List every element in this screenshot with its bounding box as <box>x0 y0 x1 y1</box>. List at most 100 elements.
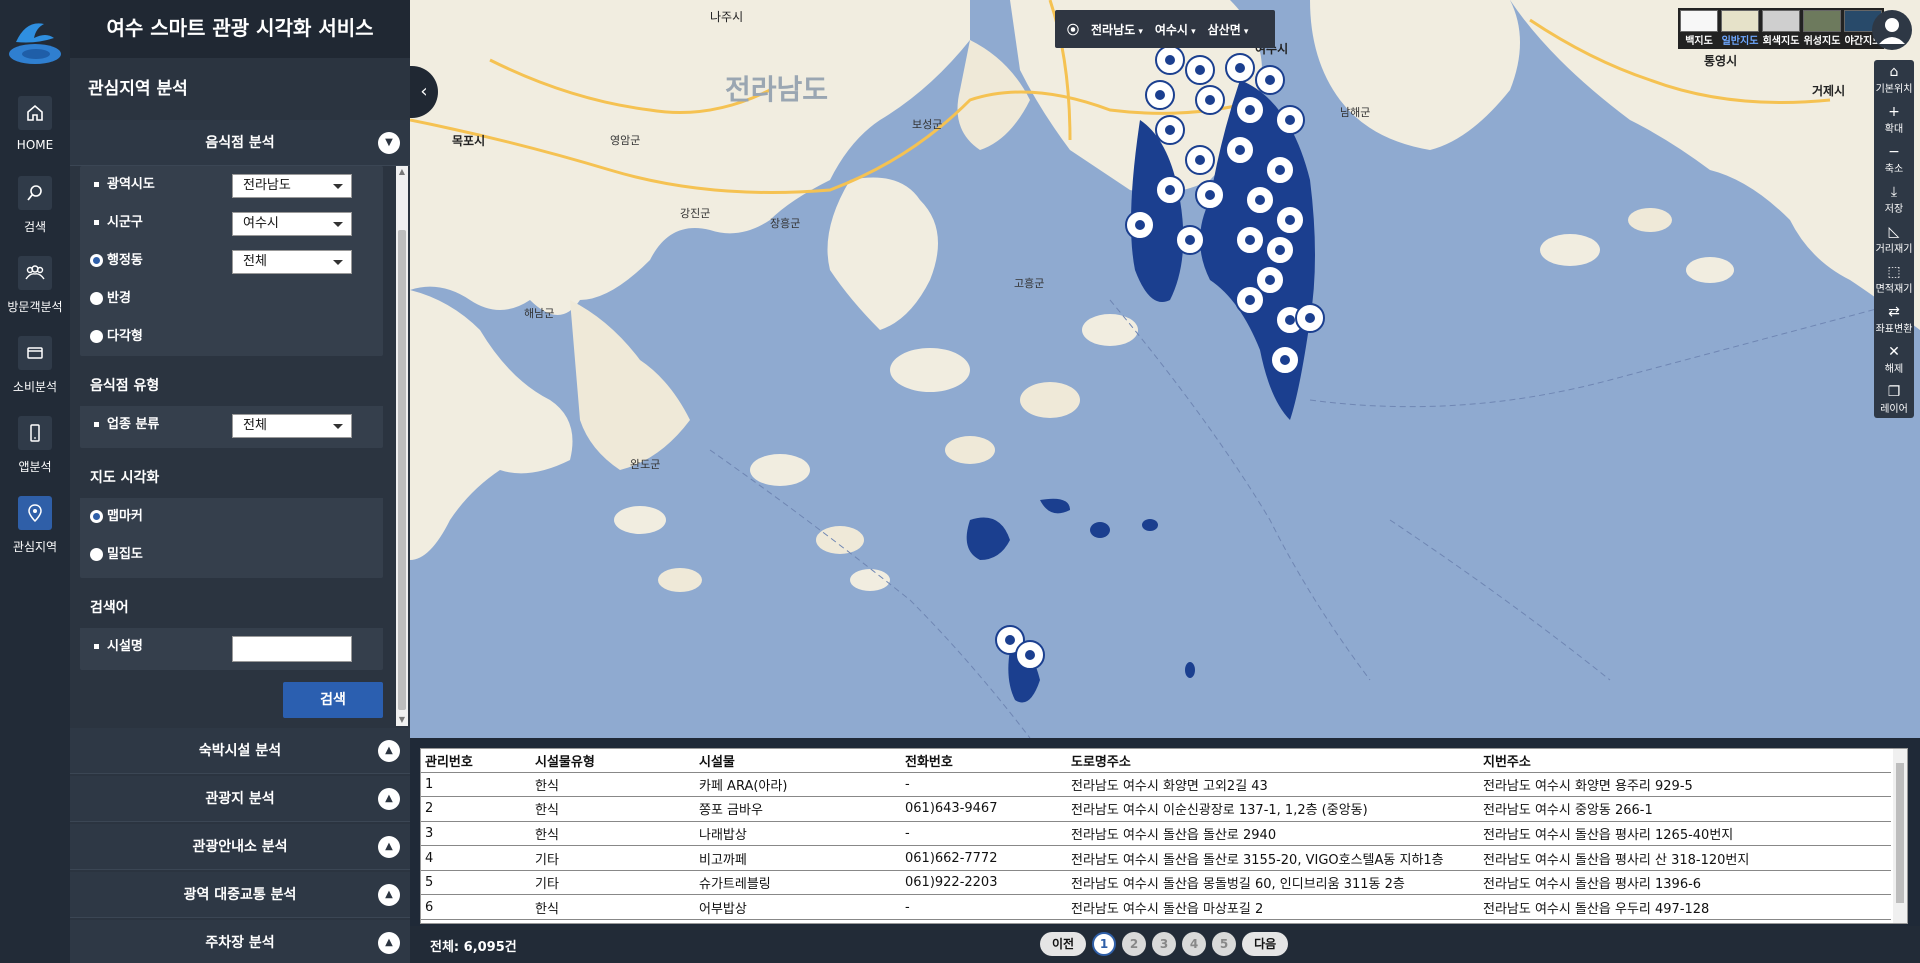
page-4-button[interactable]: 4 <box>1182 932 1207 956</box>
region-province-dropdown[interactable]: 전라남도 <box>1091 21 1143 38</box>
accordion-parking[interactable]: 주차장 분석 ▲ <box>70 920 410 963</box>
search-button[interactable]: 검색 <box>283 682 383 718</box>
table-row[interactable]: 1 한식 카페 ARA(아라) - 전라남도 여수시 화양면 고외2길 43 전라남도 여… <box>421 772 1891 798</box>
accordion-lodging[interactable]: 숙박시설 분석 ▲ <box>70 728 410 774</box>
tool-clear[interactable]: ✕ 해제 <box>1874 340 1914 380</box>
tool-measure-distance-label: 거리재기 <box>1875 244 1913 255</box>
rail-home[interactable]: HOME <box>0 96 70 172</box>
map-type-general-label: 일반지도 <box>1721 36 1759 47</box>
accordion-transit-label: 광역 대중교통 분석 <box>183 887 297 903</box>
table-row[interactable]: 6 한식 어부밥상 - 전라남도 여수시 돌산읍 마상포길 2 전라남도 여수시 돌산읍 … <box>421 894 1891 921</box>
chevron-up-icon[interactable]: ▲ <box>378 884 400 906</box>
tool-save-label: 저장 <box>1884 204 1904 215</box>
radio-radius[interactable] <box>90 292 103 305</box>
caret-down-icon <box>333 424 343 429</box>
map-type-gray[interactable]: 회색지도 <box>1762 10 1800 47</box>
radio-polygon[interactable] <box>90 330 103 343</box>
caret-down-icon <box>333 222 343 227</box>
cell-facility: 어부밥상 <box>695 894 901 921</box>
table-row[interactable]: 3 한식 나래밥상 - 전라남도 여수시 돌산읍 돌산로 2940 전라남도 여수시 돌산… <box>421 821 1891 847</box>
tool-measure-area[interactable]: ⬚ 면적재기 <box>1874 260 1914 300</box>
table-scrollbar[interactable] <box>1893 749 1907 923</box>
page-3-button[interactable]: 3 <box>1152 932 1177 956</box>
region-city-dropdown[interactable]: 여수시 <box>1155 21 1196 38</box>
rail-visitors[interactable]: 방문객분석 <box>0 256 70 332</box>
tool-default-position-label: 기본위치 <box>1875 84 1913 95</box>
col-facility[interactable]: 시설물 <box>695 749 901 773</box>
map-markers[interactable] <box>410 0 1920 738</box>
accordion-transit[interactable]: 광역 대중교통 분석 ▲ <box>70 872 410 918</box>
chevron-down-icon[interactable]: ▼ <box>378 132 400 154</box>
visitors-icon <box>18 256 52 290</box>
region-dong-dropdown[interactable]: 삼산면 <box>1208 21 1249 38</box>
accordion-restaurant[interactable]: 음식점 분석 ▼ <box>70 120 410 166</box>
tool-measure-distance[interactable]: ◺ 거리재기 <box>1874 220 1914 260</box>
scroll-up-icon[interactable]: ▲ <box>396 166 408 178</box>
dong-select[interactable]: 전체 <box>232 250 352 274</box>
cell-facility: 카페 ARA(아라) <box>695 772 901 798</box>
results-table: 관리번호 시설물유형 시설물 전화번호 도로명주소 지번주소 1 한식 카페 ARA… <box>421 749 1891 921</box>
chevron-up-icon[interactable]: ▲ <box>378 836 400 858</box>
filter-row-polygon: 다각형 <box>80 318 383 356</box>
user-avatar[interactable] <box>1872 10 1912 50</box>
radio-density[interactable] <box>90 548 103 561</box>
map-type-satellite[interactable]: 위성지도 <box>1803 10 1841 47</box>
map-canvas[interactable]: 전라남도 나주시 목포시 영암군 강진군 장흥군 보성군 해남군 완도군 고흥군… <box>410 0 1920 738</box>
category-select[interactable]: 전체 <box>232 414 352 438</box>
logo-icon[interactable] <box>6 14 64 66</box>
tool-default-position[interactable]: ⌂ 기본위치 <box>1874 60 1914 100</box>
radio-dong[interactable] <box>90 254 103 267</box>
province-select[interactable]: 전라남도 <box>232 174 352 198</box>
table-scroll-thumb[interactable] <box>1896 763 1904 903</box>
rail-interest-area[interactable]: 관심지역 <box>0 496 70 572</box>
radio-map-marker[interactable] <box>90 510 103 523</box>
col-id[interactable]: 관리번호 <box>421 749 531 773</box>
tool-coordinate[interactable]: ⇄ 좌표변환 <box>1874 300 1914 340</box>
keyword-card: 검색어 시설명 <box>80 588 383 670</box>
category-value: 전체 <box>243 418 267 433</box>
close-icon: ✕ <box>1888 344 1900 360</box>
accordion-info-center[interactable]: 관광안내소 분석 ▲ <box>70 824 410 870</box>
scroll-down-icon[interactable]: ▼ <box>396 714 408 726</box>
cell-phone: - <box>901 821 1067 847</box>
page-2-button[interactable]: 2 <box>1122 932 1147 956</box>
cell-type: 한식 <box>531 821 695 847</box>
panel-scrollbar[interactable]: ▲ ▼ <box>396 166 408 726</box>
tool-save[interactable]: ⤓ 저장 <box>1874 180 1914 220</box>
rail-visitors-label: 방문객분석 <box>7 300 63 314</box>
facility-name-input[interactable] <box>232 636 352 662</box>
map-visualization-card: 지도 시각화 맵마커 밀집도 <box>80 458 383 578</box>
cell-lot-address: 전라남도 여수시 돌산읍 평사리 1265-40번지 <box>1479 821 1891 847</box>
col-lot-address[interactable]: 지번주소 <box>1479 749 1891 773</box>
home-icon <box>18 96 52 130</box>
tool-zoom-in[interactable]: + 확대 <box>1874 100 1914 140</box>
table-row[interactable]: 5 기타 슈가트레블링 061)922-2203 전라남도 여수시 돌산읍 몽돌벙길 6… <box>421 870 1891 896</box>
chevron-up-icon[interactable]: ▲ <box>378 740 400 762</box>
table-row[interactable]: 2 한식 쫑포 금바우 061)643-9467 전라남도 여수시 이순신광장로 137… <box>421 796 1891 822</box>
page-5-button[interactable]: 5 <box>1212 932 1237 956</box>
map-type-general[interactable]: 일반지도 <box>1721 10 1759 47</box>
chevron-up-icon[interactable]: ▲ <box>378 932 400 954</box>
rail-spending[interactable]: 소비분석 <box>0 336 70 412</box>
chevron-up-icon[interactable]: ▲ <box>378 788 400 810</box>
province-label: 광역시도 <box>107 177 155 192</box>
tool-coordinate-label: 좌표변환 <box>1875 324 1913 335</box>
city-select[interactable]: 여수시 <box>232 212 352 236</box>
next-page-button[interactable]: 다음 <box>1242 932 1289 956</box>
col-type[interactable]: 시설물유형 <box>531 749 695 773</box>
scroll-thumb[interactable] <box>398 230 406 710</box>
rail-search[interactable]: 검색 <box>0 176 70 252</box>
rail-app[interactable]: 앱분석 <box>0 416 70 492</box>
accordion-tourist-spot[interactable]: 관광지 분석 ▲ <box>70 776 410 822</box>
cell-road-address: 전라남도 여수시 돌산읍 돌산로 3155-20, VIGO호스텔A동 지하1층 <box>1067 845 1479 871</box>
table-row[interactable]: 4 기타 비고까페 061)662-7772 전라남도 여수시 돌산읍 돌산로 3155… <box>421 845 1891 871</box>
page-1-button[interactable]: 1 <box>1092 932 1117 956</box>
cell-type: 기타 <box>531 845 695 871</box>
col-phone[interactable]: 전화번호 <box>901 749 1067 773</box>
tool-layers[interactable]: ❐ 레이어 <box>1874 380 1914 420</box>
total-count: 전체: 6,095건 <box>430 940 517 955</box>
prev-page-button[interactable]: 이전 <box>1040 932 1087 956</box>
col-road-address[interactable]: 도로명주소 <box>1067 749 1479 773</box>
tool-zoom-out[interactable]: − 축소 <box>1874 140 1914 180</box>
map-type-blank[interactable]: 백지도 <box>1680 10 1718 47</box>
